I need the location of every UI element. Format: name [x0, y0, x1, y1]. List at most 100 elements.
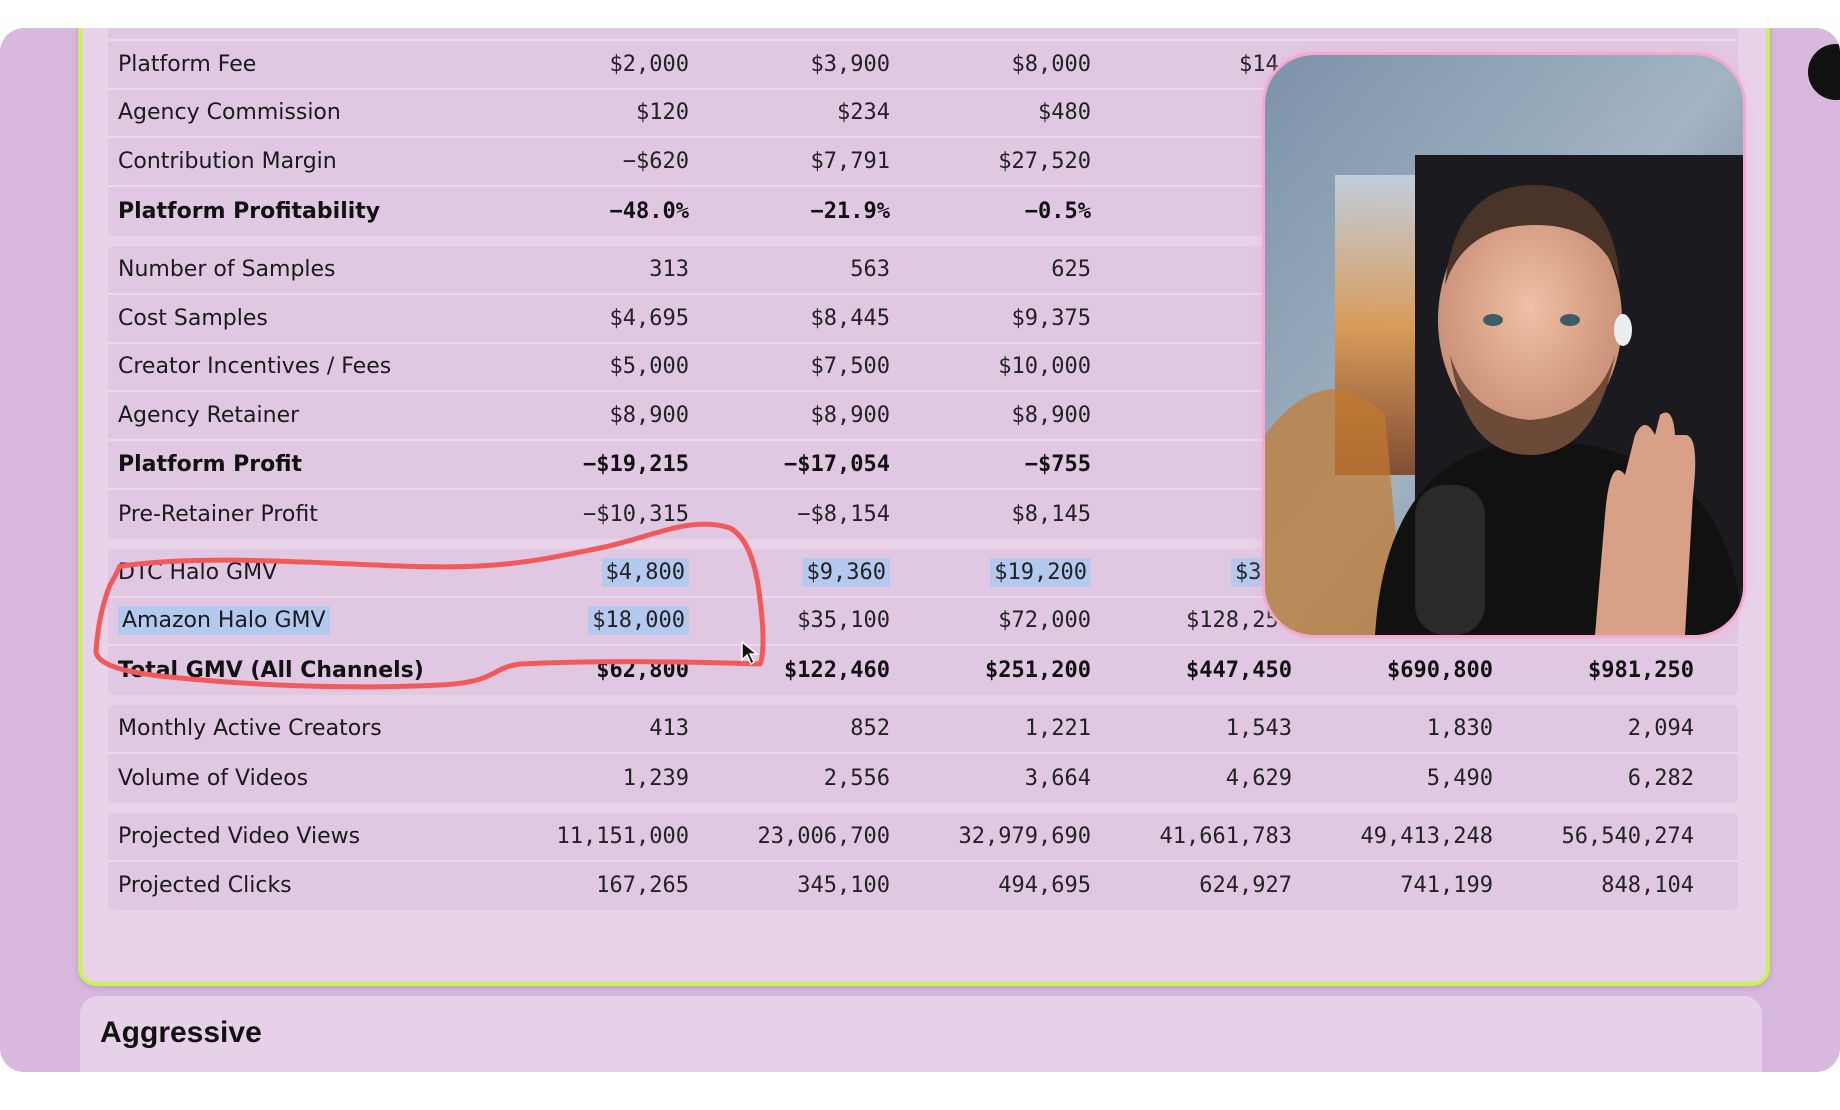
table-cell[interactable]: $2,000 [488, 52, 689, 77]
cell-value: 32,979,690 [958, 823, 1091, 849]
row-label-text[interactable]: Number of Samples [118, 257, 336, 282]
table-cell[interactable]: $3,900 [689, 52, 890, 77]
table-cell[interactable]: $122,460 [689, 658, 890, 683]
table-cell[interactable]: 1,239 [488, 766, 689, 791]
table-cell[interactable]: 49,413,248 [1292, 824, 1493, 849]
row-label-text[interactable]: Monthly Active Creators [118, 716, 382, 741]
table-cell[interactable]: $447,450 [1091, 658, 1292, 683]
table-cell[interactable]: 1,543 [1091, 716, 1292, 741]
row-label-text[interactable]: Total GMV (All Channels) [118, 658, 424, 683]
table-cell[interactable]: −$10,315 [488, 502, 689, 527]
table-cell[interactable]: 23,006,700 [689, 824, 890, 849]
table-cell[interactable]: $128,250 [1091, 608, 1292, 633]
table-cell[interactable]: $4,800 [488, 557, 689, 587]
table-cell[interactable]: 3,664 [890, 766, 1091, 791]
table-cell[interactable]: −$17,054 [689, 452, 890, 477]
cell-value: 1,543 [1225, 716, 1292, 742]
cell-value: 2,094 [1627, 716, 1694, 742]
row-label-text[interactable]: DTC Halo GMV [118, 560, 277, 585]
table-cell[interactable]: 494,695 [890, 873, 1091, 898]
table-cell[interactable]: $19,200 [890, 557, 1091, 587]
table-cell[interactable]: −$620 [488, 149, 689, 174]
table-cell[interactable]: 1,221 [890, 716, 1091, 741]
row-label: Projected Video Views [108, 824, 488, 849]
row-label-text[interactable]: Agency Commission [118, 100, 341, 125]
cell-value: −$620 [622, 149, 689, 175]
aggressive-section-card[interactable]: Aggressive [80, 996, 1762, 1072]
table-cell[interactable]: $18,000 [488, 606, 689, 636]
row-label-text[interactable]: Platform Fee [118, 52, 256, 77]
cell-value: 741,199 [1400, 873, 1493, 899]
table-cell[interactable]: 413 [488, 716, 689, 741]
table-cell[interactable]: 41,661,783 [1091, 824, 1292, 849]
table-cell[interactable]: $480 [890, 100, 1091, 125]
table-cell[interactable]: 2,556 [689, 766, 890, 791]
table-cell[interactable]: 5,490 [1292, 766, 1493, 791]
table-cell[interactable]: 741,199 [1292, 873, 1493, 898]
table-cell[interactable]: $8,145 [890, 502, 1091, 527]
table-cell[interactable]: −21.9% [689, 199, 890, 224]
table-cell[interactable]: 625 [890, 257, 1091, 282]
table-cell[interactable]: $8,900 [890, 403, 1091, 428]
table-cell[interactable]: $14, [1091, 52, 1292, 77]
table-cell[interactable]: $35,100 [689, 608, 890, 633]
table-cell[interactable]: 852 [689, 716, 890, 741]
table-row: Projected Clicks 167,265 345,100 494,695 624… [108, 862, 1738, 911]
cell-value: 6,282 [1627, 765, 1694, 791]
row-label-text[interactable]: Contribution Margin [118, 149, 337, 174]
table-cell[interactable]: $690,800 [1292, 658, 1493, 683]
table-cell[interactable]: 11,151,000 [488, 824, 689, 849]
row-label-text[interactable]: Cost Samples [118, 306, 268, 331]
table-cell[interactable]: $4,695 [488, 306, 689, 331]
table-row: Total GMV (All Channels) $62,800 $122,460 $… [108, 646, 1738, 695]
table-cell[interactable]: $62,800 [488, 658, 689, 683]
row-label-text[interactable]: Amazon Halo GMV [118, 606, 330, 636]
table-cell[interactable]: 6,282 [1493, 766, 1694, 791]
table-cell[interactable]: $234 [689, 100, 890, 125]
table-cell[interactable]: $120 [488, 100, 689, 125]
table-cell[interactable]: 563 [689, 257, 890, 282]
row-label-text[interactable]: Creator Incentives / Fees [118, 354, 391, 379]
table-cell[interactable]: $27,520 [890, 149, 1091, 174]
row-label-text[interactable]: Projected Video Views [118, 824, 360, 849]
table-cell[interactable]: $8,445 [689, 306, 890, 331]
table-cell[interactable]: $8,900 [689, 403, 890, 428]
table-cell[interactable]: $9,360 [689, 557, 890, 587]
cell-value: $62,800 [596, 658, 689, 684]
row-label-text[interactable]: Platform Profitability [118, 199, 380, 224]
table-cell[interactable]: $8,900 [488, 403, 689, 428]
table-cell[interactable]: $981,250 [1493, 658, 1694, 683]
row-label: Platform Fee [108, 52, 488, 77]
row-label-text[interactable]: Platform Profit [118, 452, 302, 477]
table-cell[interactable]: $251,200 [890, 658, 1091, 683]
table-cell[interactable]: 624,927 [1091, 873, 1292, 898]
row-label-text[interactable]: Projected Clicks [118, 873, 292, 898]
row-label-text[interactable]: Volume of Videos [118, 766, 308, 791]
table-cell[interactable]: $10,000 [890, 354, 1091, 379]
cell-value: 313 [649, 256, 689, 282]
table-cell[interactable]: 4,629 [1091, 766, 1292, 791]
table-cell[interactable]: 32,979,690 [890, 824, 1091, 849]
table-cell[interactable]: $8,000 [890, 52, 1091, 77]
table-cell[interactable]: −0.5% [890, 199, 1091, 224]
table-cell[interactable]: $72,000 [890, 608, 1091, 633]
cell-value: $35,100 [797, 608, 890, 634]
table-cell[interactable]: 1,830 [1292, 716, 1493, 741]
table-cell[interactable]: 313 [488, 257, 689, 282]
table-cell[interactable]: $9,375 [890, 306, 1091, 331]
table-cell[interactable]: 56,540,274 [1493, 824, 1694, 849]
cell-value: $5,000 [609, 354, 689, 380]
table-cell[interactable]: $7,791 [689, 149, 890, 174]
table-cell[interactable]: 167,265 [488, 873, 689, 898]
table-cell[interactable]: $7,500 [689, 354, 890, 379]
table-cell[interactable]: 345,100 [689, 873, 890, 898]
table-cell[interactable]: 848,104 [1493, 873, 1694, 898]
table-cell[interactable]: −$755 [890, 452, 1091, 477]
table-cell[interactable]: −$19,215 [488, 452, 689, 477]
table-cell[interactable]: $5,000 [488, 354, 689, 379]
row-label-text[interactable]: Pre-Retainer Profit [118, 502, 318, 527]
table-cell[interactable]: −48.0% [488, 199, 689, 224]
row-label-text[interactable]: Agency Retainer [118, 403, 299, 428]
table-cell[interactable]: 2,094 [1493, 716, 1694, 741]
table-cell[interactable]: −$8,154 [689, 502, 890, 527]
